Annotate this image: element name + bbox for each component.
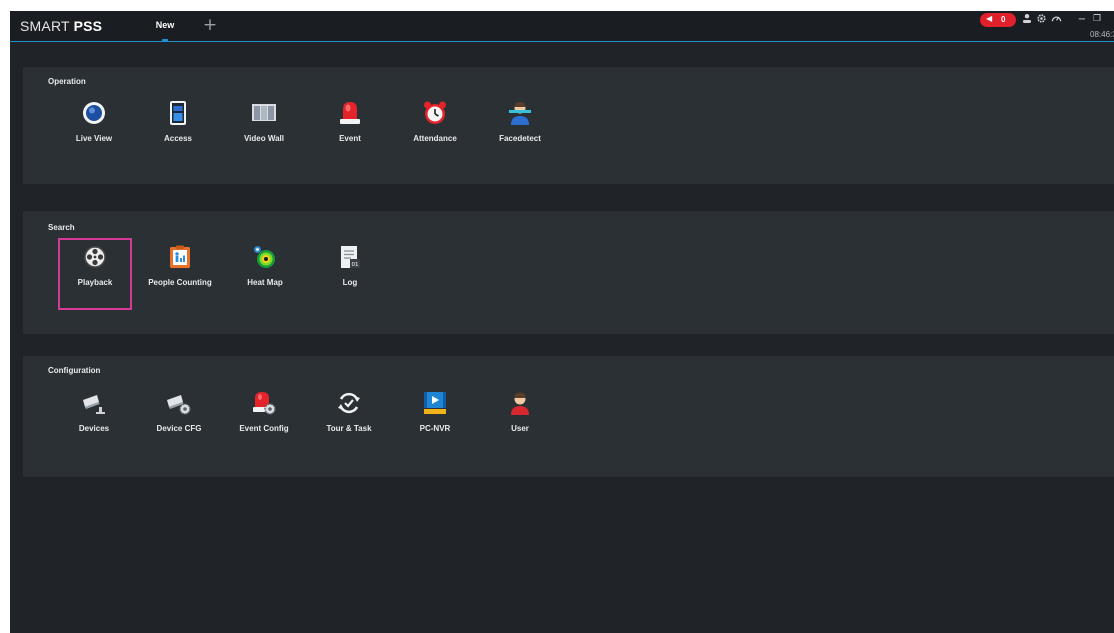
devices-icon [82,391,106,415]
people-counting-icon [168,245,192,269]
event-config-icon [252,391,276,415]
event-config-tile[interactable]: Event Config [229,386,299,454]
brand-prefix: SMART [20,18,74,34]
speaker-icon: ◀ [986,14,993,23]
search-panel: Search Playback People Counting Heat Map… [23,211,1114,334]
tour-task-tile[interactable]: Tour & Task [314,386,384,454]
operation-panel: Operation Live View Access Video Wall Ev… [23,67,1114,184]
tile-label: Facedetect [499,134,541,143]
facedetect-icon [508,101,532,125]
title-bar: SMART PSS New + ◀ 0 − ❐ 08:46:3 [10,11,1114,42]
clock: 08:46:3 [1090,30,1114,39]
facedetect-tile[interactable]: Facedetect [485,96,555,164]
playback-icon [83,245,107,269]
user-tile[interactable]: User [485,386,555,454]
device-cfg-tile[interactable]: Device CFG [144,386,214,454]
restore-button[interactable]: ❐ [1091,13,1103,26]
app-window: SMART PSS New + ◀ 0 − ❐ 08:46:3 Operatio… [10,11,1114,633]
playback-tile[interactable]: Playback [58,238,132,310]
app-logo: SMART PSS [20,18,102,34]
tile-label: User [511,424,529,433]
section-title: Operation [48,77,86,86]
pc-nvr-icon [423,391,447,415]
settings-icon[interactable] [1035,13,1047,26]
alarm-badge[interactable]: ◀ 0 [980,13,1016,27]
svg-text:01: 01 [352,262,359,268]
alarm-count: 0 [1001,15,1006,24]
log-tile[interactable]: 01 Log [315,240,385,308]
minimize-button[interactable]: − [1076,13,1088,26]
log-icon: 01 [338,245,362,269]
active-tab-indicator [162,39,168,41]
access-icon [166,101,190,125]
configuration-panel: Configuration Devices Device CFG Event C… [23,356,1114,477]
attendance-tile[interactable]: Attendance [400,96,470,164]
event-icon [338,101,362,125]
tile-label: Video Wall [243,134,284,143]
performance-icon[interactable] [1050,13,1062,26]
heat-map-tile[interactable]: Heat Map [230,240,300,308]
tile-label: Tour & Task [326,424,372,433]
live-view-tile[interactable]: Live View [59,96,129,164]
people-counting-tile[interactable]: People Counting [145,240,215,308]
tour-task-icon [337,391,361,415]
user-icon [508,391,532,415]
tile-label: Log [342,278,358,287]
heat-map-icon [253,245,277,269]
pc-nvr-tile[interactable]: PC-NVR [400,386,470,454]
user-icon[interactable] [1021,13,1033,26]
device-cfg-icon [167,391,191,415]
section-title: Configuration [48,366,101,375]
live-view-icon [82,101,106,125]
tab-new[interactable]: New [147,11,183,42]
attendance-icon [423,101,447,125]
section-title: Search [48,223,75,232]
devices-tile[interactable]: Devices [59,386,129,454]
video-wall-icon [252,101,276,125]
video-wall-tile[interactable]: Video Wall [229,96,299,164]
tab-label: New [155,20,175,30]
tile-label: Access [163,134,193,143]
event-tile[interactable]: Event [315,96,385,164]
access-tile[interactable]: Access [143,96,213,164]
add-tab-button[interactable]: + [202,17,218,34]
brand-suffix: PSS [73,18,103,34]
